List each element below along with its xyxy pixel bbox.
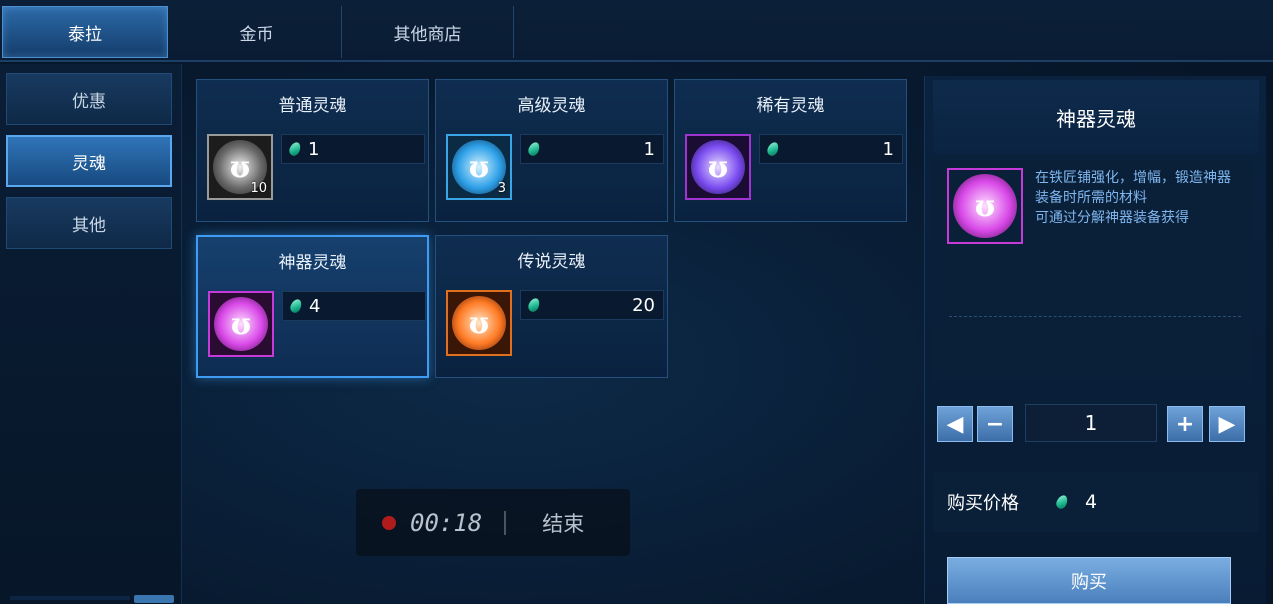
- buy-price-label: 购买价格: [947, 493, 1019, 514]
- item-name: 传说灵魂: [517, 251, 586, 272]
- skip-back-icon: ◀: [946, 411, 964, 437]
- soul-orb-icon: ʊ: [947, 168, 1023, 244]
- item-card-advanced-soul[interactable]: 高级灵魂 ʊ 3 1: [435, 79, 668, 222]
- sidebar-scroll-track: [10, 596, 130, 600]
- tab-other-shops[interactable]: 其他商店: [342, 6, 514, 58]
- item-price: 20: [520, 290, 664, 320]
- item-quantity: 10: [250, 181, 267, 196]
- sidebar-scroll-thumb[interactable]: [134, 595, 174, 603]
- minus-icon: −: [985, 411, 1005, 437]
- item-price: 1: [759, 134, 903, 164]
- item-price: 4: [282, 291, 426, 321]
- terra-gem-icon: [526, 296, 542, 314]
- terra-gem-icon: [765, 140, 781, 158]
- item-card-normal-soul[interactable]: 普通灵魂 ʊ 10 1: [196, 79, 429, 222]
- item-detail-panel: 神器灵魂 ʊ 在铁匠铺强化，增幅，锻造神器 装备时所需的材料 可通过分解神器装备…: [924, 76, 1266, 604]
- item-name: 神器灵魂: [278, 252, 347, 273]
- sidebar-item-soul[interactable]: 灵魂: [6, 135, 172, 187]
- item-name: 普通灵魂: [278, 95, 347, 116]
- tab-gold[interactable]: 金币: [172, 6, 342, 58]
- soul-orb-icon: ʊ: [208, 291, 274, 357]
- plus-icon: +: [1175, 411, 1195, 437]
- buy-price-value: 4: [1085, 491, 1098, 513]
- buy-button[interactable]: 购买: [947, 557, 1231, 604]
- min-quantity-button[interactable]: ◀: [937, 406, 973, 442]
- record-dot-icon: [382, 515, 396, 530]
- sidebar-item-other[interactable]: 其他: [6, 197, 172, 249]
- buy-price-row: 购买价格 4: [933, 472, 1259, 532]
- terra-gem-icon: [287, 140, 303, 158]
- terra-gem-icon: [526, 140, 542, 158]
- sidebar-item-discount[interactable]: 优惠: [6, 73, 172, 125]
- detail-body: ʊ 在铁匠铺强化，增幅，锻造神器 装备时所需的材料 可通过分解神器装备获得: [933, 160, 1253, 382]
- skip-forward-icon: ▶: [1218, 411, 1236, 437]
- detail-title: 神器灵魂: [933, 80, 1259, 154]
- soul-orb-icon: ʊ 3: [446, 134, 512, 200]
- decrease-quantity-button[interactable]: −: [977, 406, 1013, 442]
- terra-gem-icon: [1054, 493, 1070, 511]
- soul-orb-icon: ʊ 10: [207, 134, 273, 200]
- recording-timer: 00:18: [410, 508, 483, 537]
- tab-terra[interactable]: 泰拉: [2, 6, 168, 58]
- divider: [949, 316, 1241, 317]
- item-card-artifact-soul[interactable]: 神器灵魂 ʊ 4: [196, 235, 429, 378]
- detail-description: 在铁匠铺强化，增幅，锻造神器 装备时所需的材料 可通过分解神器装备获得: [1035, 170, 1231, 226]
- top-tab-bar: 泰拉 金币 其他商店: [0, 0, 1273, 62]
- quantity-field[interactable]: 1: [1025, 404, 1157, 442]
- max-quantity-button[interactable]: ▶: [1209, 406, 1245, 442]
- end-recording-button[interactable]: 结束: [542, 508, 584, 538]
- item-name: 高级灵魂: [517, 95, 586, 116]
- item-card-rare-soul[interactable]: 稀有灵魂 ʊ 1: [674, 79, 907, 222]
- item-card-legendary-soul[interactable]: 传说灵魂 ʊ 20: [435, 235, 668, 378]
- soul-orb-icon: ʊ: [446, 290, 512, 356]
- item-quantity: 3: [497, 181, 506, 196]
- increase-quantity-button[interactable]: +: [1167, 406, 1203, 442]
- soul-orb-icon: ʊ: [685, 134, 751, 200]
- divider: [504, 510, 507, 535]
- item-name: 稀有灵魂: [756, 95, 825, 116]
- recording-overlay: 00:18 结束: [356, 489, 630, 556]
- terra-gem-icon: [288, 297, 304, 315]
- item-price: 1: [281, 134, 425, 164]
- item-price: 1: [520, 134, 664, 164]
- category-sidebar: 优惠 灵魂 其他: [0, 64, 182, 604]
